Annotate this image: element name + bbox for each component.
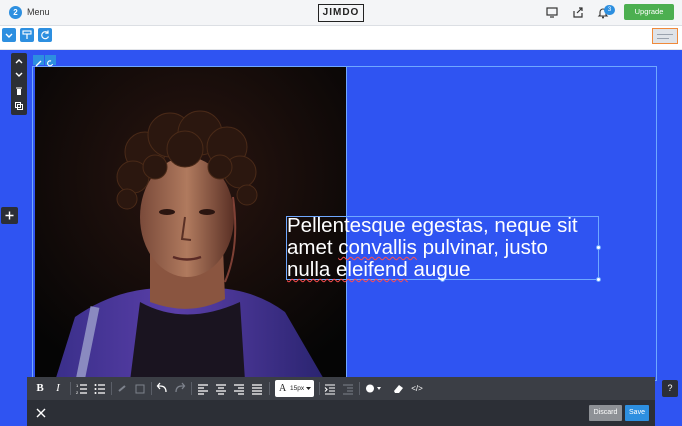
page-toolbar [0, 26, 682, 50]
headline-line-3: nulla eleifend augue [287, 259, 607, 281]
code-view-button[interactable]: </> [409, 377, 425, 400]
divider [269, 382, 270, 395]
align-right-icon[interactable] [232, 377, 246, 400]
duplicate-icon[interactable] [14, 101, 24, 111]
divider [151, 382, 152, 395]
caret-down-icon [306, 387, 311, 390]
top-bar: 2 Menu JIMDO 3 Upgrade [0, 0, 682, 26]
layout-thumbnail[interactable] [652, 28, 678, 44]
eraser-icon[interactable] [391, 377, 405, 400]
align-justify-icon[interactable] [250, 377, 264, 400]
share-icon[interactable] [572, 6, 584, 19]
help-button[interactable]: ? [662, 380, 678, 397]
help-label: ? [667, 383, 673, 393]
style-button[interactable] [20, 28, 34, 42]
edit-module-button[interactable] [33, 55, 44, 67]
unlink-icon[interactable] [133, 377, 147, 400]
headline-text-segment: pulvinar, justo [416, 236, 548, 259]
chevron-up-icon[interactable] [14, 56, 24, 66]
jimdo-logo: JIMDO [318, 4, 364, 22]
divider [319, 382, 320, 395]
misspelled-word: nulla eleifend [287, 258, 408, 281]
svg-text:2: 2 [76, 390, 79, 395]
bullet-list-icon[interactable] [93, 377, 107, 400]
module-controls [11, 53, 27, 115]
refresh-button[interactable] [38, 28, 52, 42]
edit-action-bar: Discard Save [27, 400, 655, 426]
link-icon[interactable] [115, 377, 129, 400]
indent-icon[interactable] [323, 377, 337, 400]
undo-module-button[interactable] [45, 55, 56, 67]
menu-button[interactable]: Menu [27, 6, 50, 19]
font-icon: A [279, 383, 287, 394]
align-left-icon[interactable] [196, 377, 210, 400]
refresh-icon [41, 30, 50, 40]
divider [111, 382, 112, 395]
notification-count: 3 [604, 5, 615, 15]
jimdo-editor: 2 Menu JIMDO 3 Upgrade Pellentesque eges… [0, 0, 682, 426]
collapse-button[interactable] [2, 28, 16, 42]
menu-badge[interactable]: 2 [9, 6, 22, 19]
headline-text-segment: augue [407, 258, 471, 281]
upgrade-button[interactable]: Upgrade [624, 4, 674, 20]
add-module-button[interactable] [1, 207, 18, 224]
trash-icon[interactable] [14, 86, 24, 96]
font-size-value: 15px [290, 385, 305, 392]
headline-line-2: amet convallis pulvinar, justo [287, 237, 607, 259]
chevron-down-icon [5, 33, 13, 38]
align-center-icon[interactable] [214, 377, 228, 400]
outdent-icon[interactable] [341, 377, 355, 400]
undo-icon[interactable] [155, 377, 169, 400]
save-button[interactable]: Save [625, 405, 649, 421]
chevron-down-icon[interactable] [14, 70, 24, 80]
discard-button[interactable]: Discard [589, 405, 622, 421]
headline-text-segment: amet [287, 236, 339, 259]
misspelled-word: convallis [338, 236, 417, 259]
divider [359, 382, 360, 395]
text-format-toolbar: B I 12 A 15px </> ? [27, 377, 678, 400]
ordered-list-icon[interactable]: 12 [75, 377, 89, 400]
desktop-preview-icon[interactable] [546, 6, 558, 19]
headline-text[interactable]: Pellentesque egestas, neque sit amet con… [287, 215, 607, 281]
plus-icon [5, 211, 14, 220]
italic-button[interactable]: I [51, 377, 65, 400]
divider [191, 382, 192, 395]
bold-button[interactable]: B [33, 377, 47, 400]
font-size-select[interactable]: A 15px [275, 380, 314, 397]
headline-line-1: Pellentesque egestas, neque sit [287, 214, 578, 237]
svg-text:1: 1 [76, 383, 79, 388]
divider [70, 382, 71, 395]
paint-roller-icon [22, 30, 32, 39]
text-color-icon[interactable] [363, 377, 383, 400]
close-icon[interactable] [35, 407, 47, 419]
redo-icon[interactable] [173, 377, 187, 400]
